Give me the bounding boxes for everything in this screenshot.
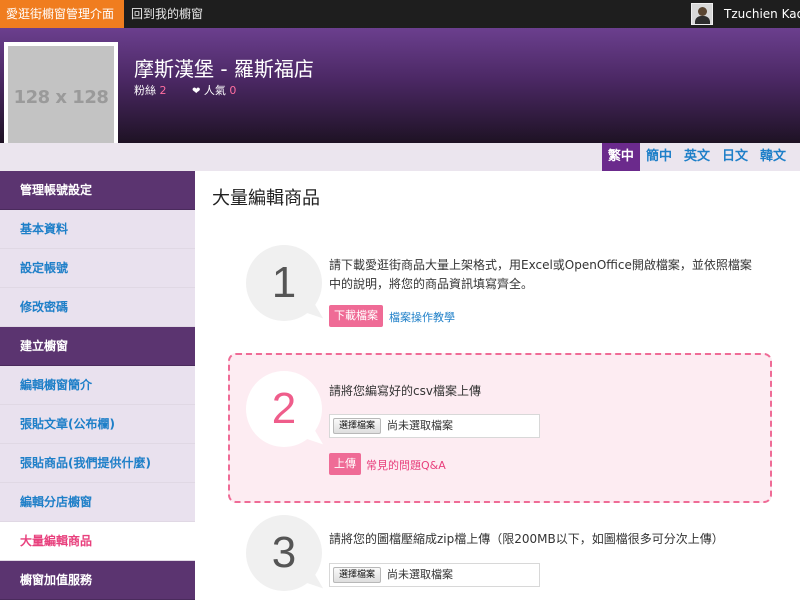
store-logo: 128 x 128 [4, 42, 118, 152]
sidebar: 管理帳號設定 基本資料 設定帳號 修改密碼 建立櫥窗 編輯櫥窗簡介 張貼文章(公… [0, 171, 195, 600]
store-stats: 粉絲 2 ❤ 人氣 0 [134, 82, 236, 98]
sidebar-item-bulk-edit[interactable]: 大量編輯商品 [0, 522, 195, 561]
heart-icon: ❤ [192, 86, 201, 97]
popularity-label: 人氣 [203, 84, 226, 97]
user-name[interactable]: Tzuchien Kao [724, 0, 800, 28]
language-switcher: 繁中 簡中 英文 日文 韓文 [601, 143, 792, 171]
zip-file-status: 尚未選取檔案 [387, 568, 453, 581]
csv-file-input[interactable]: 選擇檔案 尚未選取檔案 [329, 414, 540, 438]
lang-zh-tw[interactable]: 繁中 [601, 143, 640, 171]
step-1-text-line1: 請下載愛逛街商品大量上架格式，用Excel或OpenOffice開啟檔案，並依照… [329, 258, 752, 272]
sidebar-item-account-settings[interactable]: 設定帳號 [0, 249, 195, 288]
fans-label: 粉絲 [134, 84, 156, 97]
step-1-text: 請下載愛逛街商品大量上架格式，用Excel或OpenOffice開啟檔案，並依照… [329, 256, 752, 294]
logo-placeholder-text: 128 x 128 [8, 46, 114, 148]
download-file-button[interactable]: 下載檔案 [329, 305, 383, 327]
step-1-badge: 1 [246, 245, 322, 321]
sidebar-head-account: 管理帳號設定 [0, 171, 195, 210]
user-avatar[interactable] [691, 3, 713, 25]
sidebar-head-build-window: 建立櫥窗 [0, 327, 195, 366]
lang-zh-cn[interactable]: 簡中 [640, 143, 678, 171]
lang-ja[interactable]: 日文 [716, 143, 754, 171]
step-3-badge: 3 [246, 515, 322, 591]
step-2-text: 請將您編寫好的csv檔案上傳 [329, 384, 481, 398]
page-title: 大量編輯商品 [212, 188, 320, 209]
brand-link[interactable]: 愛逛街櫥窗管理介面 [0, 0, 124, 28]
lang-en[interactable]: 英文 [678, 143, 716, 171]
store-name: 摩斯漢堡 - 羅斯福店 [134, 57, 314, 81]
sidebar-item-change-password[interactable]: 修改密碼 [0, 288, 195, 327]
fans-count: 2 [159, 84, 167, 97]
language-bar: 繁中 簡中 英文 日文 韓文 [0, 143, 800, 171]
sidebar-item-edit-branch[interactable]: 編輯分店櫥窗 [0, 483, 195, 522]
step-3-text: 請將您的圖檔壓縮成zip檔上傳（限200MB以下，如圖檔很多可分次上傳） [329, 532, 724, 546]
file-tutorial-link[interactable]: 檔案操作教學 [389, 309, 455, 325]
sidebar-item-post-product[interactable]: 張貼商品(我們提供什麼) [0, 444, 195, 483]
sidebar-item-post-article[interactable]: 張貼文章(公布欄) [0, 405, 195, 444]
back-to-window-link[interactable]: 回到我的櫥窗 [131, 0, 203, 28]
sidebar-item-basic-info[interactable]: 基本資料 [0, 210, 195, 249]
step-1-text-line2: 中的說明，將您的商品資訊填寫齊全。 [329, 277, 534, 291]
step-2-badge: 2 [246, 371, 322, 447]
top-bar: 愛逛街櫥窗管理介面 回到我的櫥窗 Tzuchien Kao [0, 0, 800, 28]
csv-choose-file-button[interactable]: 選擇檔案 [333, 418, 382, 434]
sidebar-item-edit-intro[interactable]: 編輯櫥窗簡介 [0, 366, 195, 405]
upload-button[interactable]: 上傳 [329, 453, 361, 475]
lang-ko[interactable]: 韓文 [754, 143, 792, 171]
faq-link[interactable]: 常見的問題Q&A [366, 457, 446, 473]
zip-file-input[interactable]: 選擇檔案 尚未選取檔案 [329, 563, 540, 587]
zip-choose-file-button[interactable]: 選擇檔案 [333, 567, 382, 583]
popularity-count: 0 [229, 84, 237, 97]
sidebar-head-value-added[interactable]: 櫥窗加值服務 [0, 561, 195, 600]
main-content: 大量編輯商品 1 請下載愛逛街商品大量上架格式，用Excel或OpenOffic… [195, 171, 800, 600]
csv-file-status: 尚未選取檔案 [387, 419, 453, 432]
store-banner [0, 28, 800, 143]
